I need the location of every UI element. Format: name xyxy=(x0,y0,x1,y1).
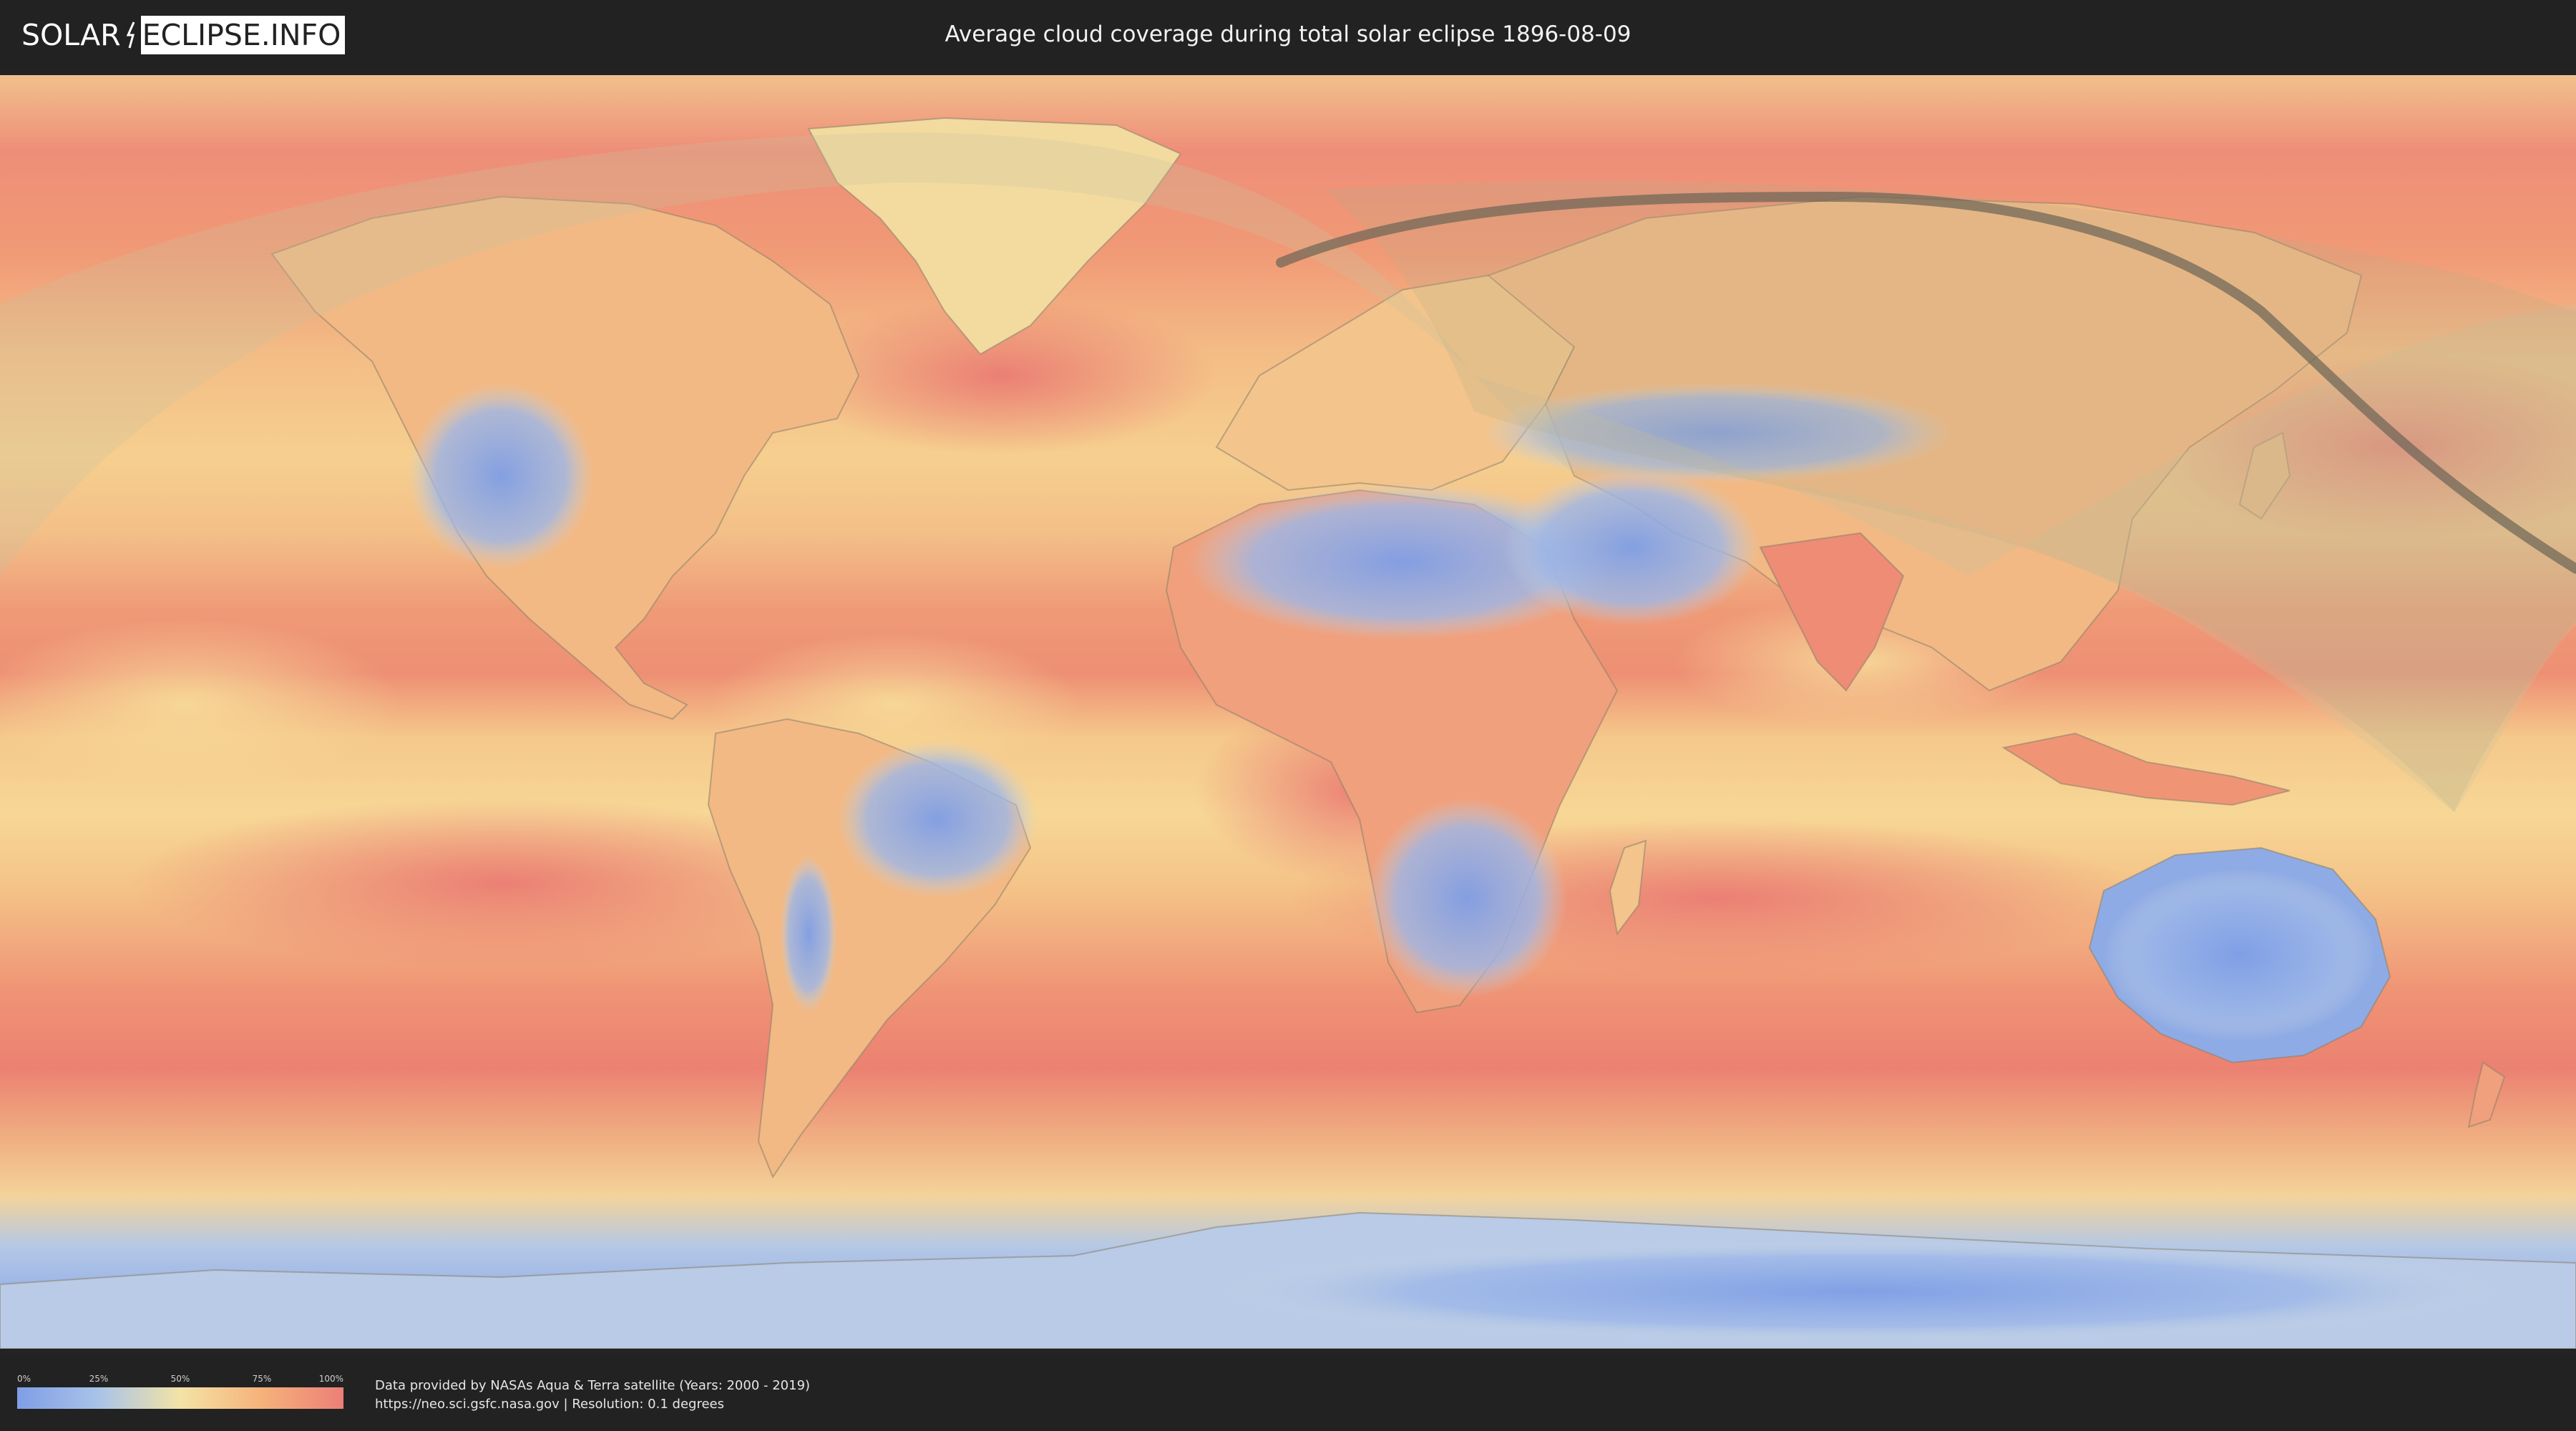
world-map-svg xyxy=(0,75,2576,1349)
brazil-clear xyxy=(837,741,1038,898)
legend-label-25: 25% xyxy=(89,1374,109,1384)
legend-labels: 0% 25% 50% 75% 100% xyxy=(17,1373,343,1384)
site-logo[interactable]: SOLAR ECLIPSE.INFO xyxy=(21,16,346,54)
logo-text-solar: SOLAR xyxy=(21,18,121,52)
footer-bar: 0% 25% 50% 75% 100% Data provided by NAS… xyxy=(0,1356,2576,1431)
page: SOLAR ECLIPSE.INFO Average cloud coverag… xyxy=(0,0,2576,1431)
eclipse-icon xyxy=(122,16,141,54)
us-southwest-clear xyxy=(408,383,594,569)
legend-label-0: 0% xyxy=(17,1374,31,1384)
legend-label-100: 100% xyxy=(318,1374,343,1384)
southern-africa-clear xyxy=(1367,798,1567,998)
andes-clear xyxy=(780,855,837,1012)
arabia-clear xyxy=(1503,469,1760,626)
page-title: Average cloud coverage during total sola… xyxy=(945,21,1631,47)
australia-clear xyxy=(2104,869,2376,1041)
legend-color-scale xyxy=(17,1387,343,1409)
header-bar: SOLAR ECLIPSE.INFO Average cloud coverag… xyxy=(0,0,2576,70)
logo-text-eclipse: ECLIPSE.INFO xyxy=(140,16,346,54)
data-credit: Data provided by NASAs Aqua & Terra sate… xyxy=(375,1378,811,1393)
cloud-coverage-map[interactable] xyxy=(0,75,2576,1349)
antarctica-clear xyxy=(1216,1241,2504,1342)
legend-label-75: 75% xyxy=(252,1374,272,1384)
legend-label-50: 50% xyxy=(170,1374,190,1384)
data-source-link[interactable]: https://neo.sci.gsfc.nasa.gov | Resoluti… xyxy=(375,1396,724,1413)
